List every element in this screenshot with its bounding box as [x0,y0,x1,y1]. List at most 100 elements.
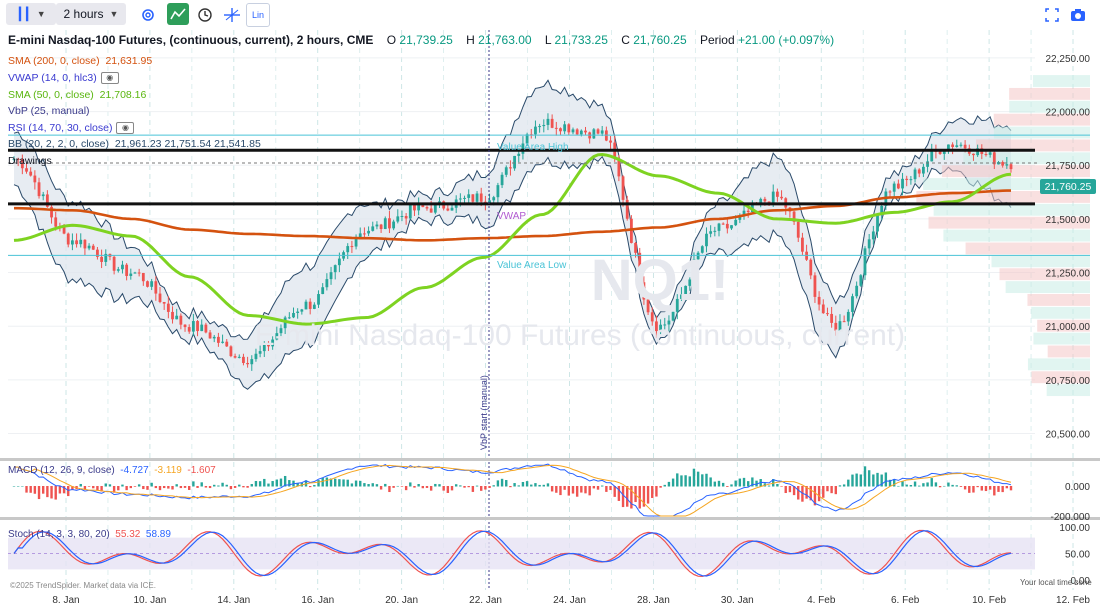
vbp-bar [965,242,1090,255]
eye-icon[interactable]: ◉ [100,72,119,85]
value-area-high-label: Value Area High [497,142,569,153]
candle-body [41,194,45,197]
macd-hist-bar [692,468,696,487]
macd-hist-bar [968,486,971,493]
eye-icon[interactable]: ◉ [116,122,135,135]
legend-vbp[interactable]: VbP (25, manual) [8,105,90,117]
candle-body [579,130,583,135]
macd-hist-bar [530,484,533,487]
pane-separator [0,458,1100,461]
macd-hist-bar [509,486,512,488]
candle-body [371,226,375,231]
chart-canvas[interactable]: 8. Jan 10. Jan 14. Jan 16. Jan 20. Jan 22. Ja… [0,0,1100,616]
y-tick-label: 21,500.00 [1046,215,1091,226]
macd-value-1: -4.727 [120,465,149,476]
candle-body [458,198,462,200]
macd-hist-bar [158,486,162,491]
candle-body [538,126,542,128]
candle-body [917,169,921,174]
macd-hist-bar [271,481,274,487]
macd-hist-bar [584,486,587,494]
legend-drawings[interactable]: Drawings [8,155,52,167]
macd-hist-bar [863,466,867,487]
macd-hist-bar [217,485,220,487]
candle-body [250,359,254,365]
candle-body [29,171,33,176]
candle-body [575,129,579,135]
macd-hist-bar [955,485,958,487]
macd-hist-bar [279,478,283,487]
candle-body [171,311,174,320]
candle-body [876,214,879,232]
candle-body [312,304,316,309]
candle-body [229,346,233,357]
macd-hist-bar [37,486,41,500]
macd-hist-bar [705,473,708,487]
sma50-label: SMA (50, 0, close) [8,89,94,101]
macd-hist-bar [417,484,420,487]
macd-hist-bar [313,484,316,487]
period-label: Period [699,33,735,47]
macd-hist-bar [16,486,20,487]
candle-body [54,217,58,227]
macd-hist-bar [29,486,32,493]
candle-body [379,224,383,230]
legend-macd[interactable]: MACD (12, 26, 9, close) -4.727 -3.119 -1… [8,465,216,476]
macd-hist-bar [588,486,591,496]
macd-hist-bar [409,482,412,487]
candle-body [559,128,562,132]
candle-body [859,275,863,286]
candle-body [763,198,767,202]
macd-hist-bar [359,480,362,487]
legend-vwap[interactable]: VWAP (14, 0, hlc3) ◉ [8,72,119,85]
candle-body [75,240,78,245]
candle-body [721,223,725,225]
candle-body [471,194,475,202]
legend-rsi[interactable]: RSI (14, 70, 30, close) ◉ [8,122,135,135]
candle-body [984,154,988,156]
legend-stoch[interactable]: Stoch (14, 3, 3, 80, 20) 55.32 58.89 [8,529,171,540]
candle-body [921,166,925,174]
macd-hist-bar [429,486,433,491]
pane-separator [0,517,1100,520]
candle-body [621,176,625,200]
macd-hist-bar [696,471,700,487]
x-tick-label: 22. Jan [469,595,502,606]
macd-hist-bar [701,474,704,487]
macd-hist-bar [454,484,458,487]
macd-hist-bar [976,486,979,488]
candle-body [363,233,366,235]
candle-body [734,219,738,226]
l-label: L [544,33,552,47]
macd-hist-bar [79,483,82,487]
legend-sma200[interactable]: SMA (200, 0, close) 21,631.95 [8,55,152,67]
legend-sma50[interactable]: SMA (50, 0, close) 21,708.16 [8,89,146,101]
macd-hist-bar [972,486,975,493]
candle-body [404,216,408,219]
candle-body [951,144,954,147]
macd-hist-bar [496,480,500,487]
macd-hist-bar [213,484,216,487]
macd-hist-bar [396,485,399,487]
macd-hist-bar [913,481,917,487]
macd-hist-bar [559,486,562,496]
candle-body [725,223,729,229]
macd-hist-bar [738,478,742,487]
candle-body [475,193,479,202]
candle-body [242,356,245,363]
macd-hist-bar [872,474,875,487]
x-tick-label: 28. Jan [637,595,670,606]
macd-hist-bar [922,483,925,487]
macd-hist-bar [484,486,487,490]
candle-body [217,336,220,343]
macd-hist-bar [746,481,750,487]
macd-hist-bar [1001,486,1004,493]
candle-body [717,223,721,231]
macd-hist-bar [308,486,312,488]
candle-body [592,129,596,139]
vbp-bar [1005,281,1090,294]
legend-bb[interactable]: BB (20, 2, 2, 0, close) 21,961.23 21,751… [8,138,261,150]
macd-hist-bar [488,486,491,488]
macd-hist-bar [834,486,837,495]
macd-hist-bar [734,480,737,487]
